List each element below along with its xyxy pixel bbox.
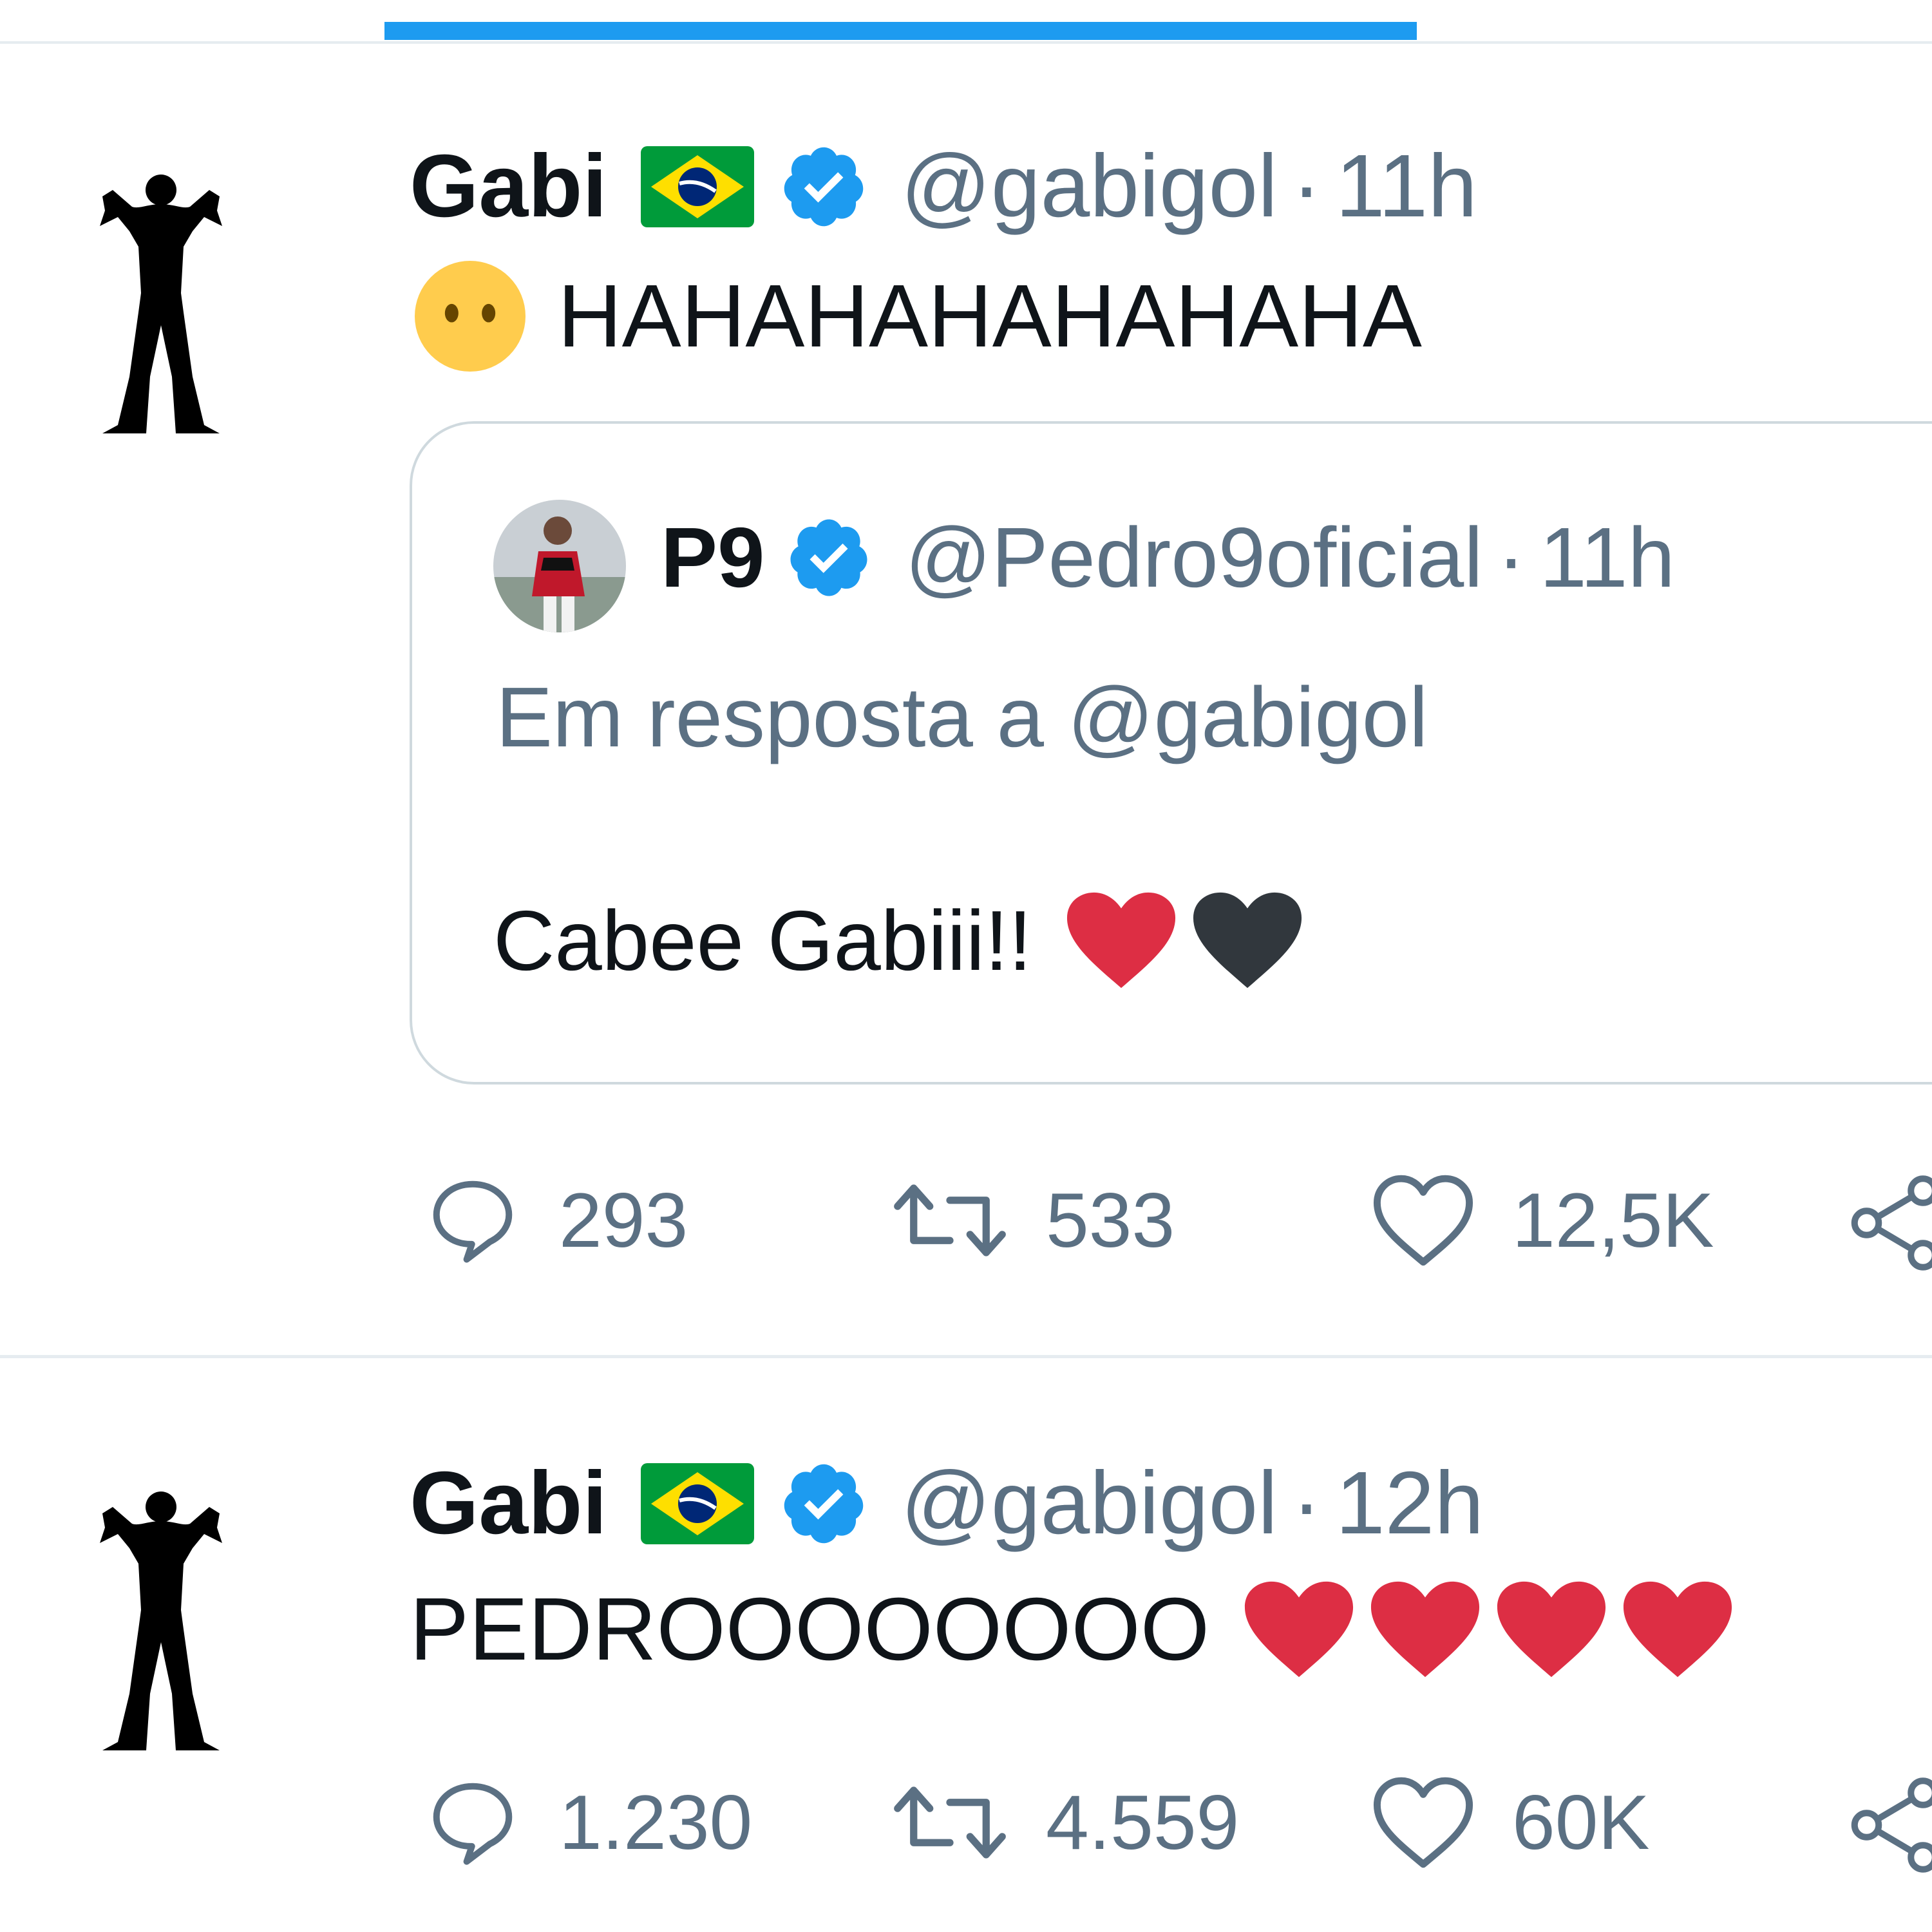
retweet-icon xyxy=(894,1184,1006,1256)
quoted-tweet-text: Cabee Gabiii!! xyxy=(493,889,1305,992)
reply-count: 293 xyxy=(559,1177,688,1264)
red-heart-icon xyxy=(1245,1581,1354,1678)
reply-button[interactable]: 293 xyxy=(421,1172,688,1269)
tweet-body: PEDROOOOOOOO xyxy=(410,1579,1210,1679)
brazil-flag-icon xyxy=(640,1463,754,1544)
tweet-timestamp[interactable]: 12h xyxy=(1336,1452,1484,1555)
retweet-button[interactable]: 533 xyxy=(889,1172,1175,1269)
like-heart-icon xyxy=(1373,1777,1473,1868)
like-button[interactable]: 60K xyxy=(1369,1774,1650,1871)
like-count: 12,5K xyxy=(1512,1177,1714,1264)
face-without-mouth-icon xyxy=(415,261,526,372)
red-heart-icon xyxy=(1067,892,1176,989)
active-tab-indicator xyxy=(384,22,1417,40)
verified-badge-icon xyxy=(784,147,863,226)
separator-dot: · xyxy=(1497,510,1526,605)
quoted-author-handle[interactable]: @Pedro9oficial xyxy=(905,509,1482,606)
tweet-text: HAHAHAHAHAHAHA xyxy=(415,261,1422,372)
quoted-tweet-timestamp[interactable]: 11h xyxy=(1540,509,1675,606)
retweet-count: 533 xyxy=(1046,1177,1175,1264)
like-button[interactable]: 12,5K xyxy=(1369,1172,1714,1269)
reply-icon xyxy=(433,1180,513,1263)
tweet-divider xyxy=(0,1355,1932,1358)
author-handle[interactable]: @gabigol xyxy=(901,135,1278,238)
retweet-button[interactable]: 4.559 xyxy=(889,1774,1239,1871)
author-handle[interactable]: @gabigol xyxy=(901,1452,1278,1555)
author-name[interactable]: Gabi xyxy=(410,1452,607,1555)
author-name[interactable]: Gabi xyxy=(410,135,607,238)
like-heart-icon xyxy=(1373,1175,1473,1266)
red-heart-icon xyxy=(1371,1581,1480,1678)
flexing-figure-avatar-icon[interactable] xyxy=(87,1481,235,1752)
tweet-body: HAHAHAHAHAHAHA xyxy=(558,266,1422,366)
player-photo-icon xyxy=(493,500,626,632)
like-count: 60K xyxy=(1512,1779,1650,1866)
quoted-author-avatar[interactable] xyxy=(493,500,626,632)
quoted-tweet-header: P9 @Pedro9oficial · 11h xyxy=(661,509,1675,606)
reply-icon xyxy=(433,1783,513,1865)
tweet-text: PEDROOOOOOOO xyxy=(410,1578,1735,1681)
retweet-count: 4.559 xyxy=(1046,1779,1240,1866)
red-heart-icon xyxy=(1624,1581,1732,1678)
share-icon[interactable] xyxy=(1850,1175,1932,1271)
brazil-flag-icon xyxy=(640,146,754,227)
quoted-author-name[interactable]: P9 xyxy=(661,509,764,606)
reply-count: 1.230 xyxy=(559,1779,753,1866)
share-icon[interactable] xyxy=(1850,1777,1932,1873)
reply-to-label[interactable]: Em resposta a @gabigol xyxy=(496,668,1428,766)
red-heart-icon xyxy=(1497,1581,1606,1678)
separator-dot: · xyxy=(1291,1454,1321,1553)
retweet-icon xyxy=(894,1786,1006,1859)
quoted-tweet-body: Cabee Gabiii!! xyxy=(493,893,1032,988)
black-heart-icon xyxy=(1193,892,1302,989)
flexing-figure-avatar-icon[interactable] xyxy=(87,164,235,435)
verified-badge-icon xyxy=(784,1464,863,1543)
reply-button[interactable]: 1.230 xyxy=(421,1774,752,1871)
quoted-tweet[interactable]: P9 @Pedro9oficial · 11h Em resposta a @g… xyxy=(410,421,1932,1084)
tab-bar-divider xyxy=(0,41,1932,44)
tweet-timestamp[interactable]: 11h xyxy=(1336,135,1477,238)
separator-dot: · xyxy=(1291,137,1321,236)
tweet-header: Gabi @gabigol · 11h xyxy=(410,135,1477,238)
verified-badge-icon xyxy=(790,519,867,596)
tweet-header: Gabi @gabigol · 12h xyxy=(410,1452,1484,1555)
